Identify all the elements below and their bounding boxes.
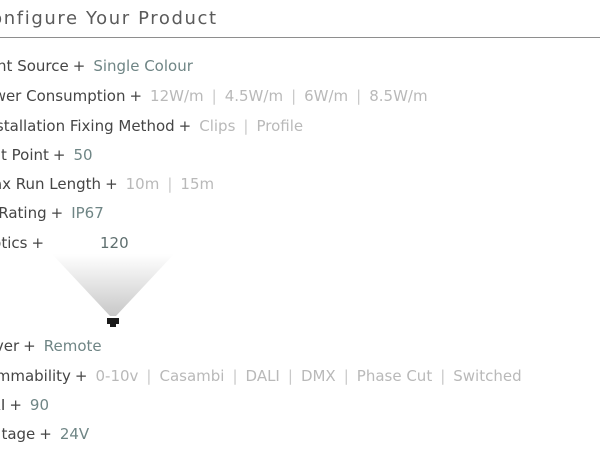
value-separator: | <box>343 367 349 385</box>
expand-plus-icon[interactable]: + <box>39 425 52 443</box>
option-value-driver[interactable]: Remote <box>44 337 102 355</box>
option-label-max-run-length: Max Run Length+ <box>0 175 118 193</box>
expand-plus-icon[interactable]: + <box>23 337 36 355</box>
option-row-dimmability: Dimmability+ 0-10v | Casambi | DALI | DMX | Phase… <box>0 365 542 387</box>
option-value-max-run-length[interactable]: 10m <box>126 175 160 193</box>
option-label-voltage: Voltage+ <box>0 425 52 443</box>
expand-plus-icon[interactable]: + <box>51 204 64 222</box>
expand-plus-icon[interactable]: + <box>31 234 44 252</box>
option-label-dimmability: Dimmability+ <box>0 367 88 385</box>
option-label-fixing-method: Installation Fixing Method + <box>0 117 192 135</box>
option-label-cri: CRI+ <box>0 396 22 414</box>
option-value-power-consumption[interactable]: 6W/m <box>304 87 348 105</box>
option-row-max-run-length: Max Run Length+ 10m | 15m <box>0 173 234 195</box>
option-value-power-consumption[interactable]: 4.5W/m <box>225 87 283 105</box>
expand-plus-icon[interactable]: + <box>105 175 118 193</box>
value-separator: | <box>211 87 217 105</box>
option-value-dimmability[interactable]: Casambi <box>159 367 224 385</box>
option-label-ip-rating: IP Rating+ <box>0 204 64 222</box>
option-value-ip-rating[interactable]: IP67 <box>71 204 104 222</box>
option-row-cri: CRI+ 90 <box>0 394 69 416</box>
option-label-optics: Optics+ <box>0 234 45 252</box>
option-value-dimmability[interactable]: Switched <box>453 367 521 385</box>
option-row-power-consumption: Power Consumption+ 12W/m | 4.5W/m | 6W/m | 8.5W… <box>0 85 452 107</box>
expand-plus-icon[interactable]: + <box>179 117 192 135</box>
option-value-voltage[interactable]: 24V <box>60 425 89 443</box>
value-separator: | <box>287 367 293 385</box>
expand-plus-icon[interactable]: + <box>75 367 88 385</box>
expand-plus-icon[interactable]: + <box>53 146 66 164</box>
option-row-fixing-method: Installation Fixing Method + Clips | Profile <box>0 115 321 137</box>
value-separator: | <box>232 367 238 385</box>
value-separator: | <box>146 367 152 385</box>
beam-angle-120-icon <box>52 254 174 327</box>
option-value-dimmability[interactable]: DMX <box>301 367 336 385</box>
option-value-cri[interactable]: 90 <box>30 396 49 414</box>
value-separator: | <box>291 87 297 105</box>
option-value-dimmability[interactable]: DALI <box>246 367 280 385</box>
option-value-power-consumption[interactable]: 8.5W/m <box>369 87 427 105</box>
title-divider <box>0 37 600 38</box>
option-row-optics: Optics+ 120 <box>0 232 129 254</box>
option-value-fixing-method[interactable]: Profile <box>256 117 303 135</box>
option-row-voltage: Voltage+ 24V <box>0 423 110 445</box>
value-separator: | <box>440 367 446 385</box>
expand-plus-icon[interactable]: + <box>129 87 142 105</box>
option-label-power-consumption: Power Consumption+ <box>0 87 143 105</box>
option-value-light-source[interactable]: Single Colour <box>93 57 193 75</box>
page-title: Configure Your Product <box>0 8 218 29</box>
option-value-optics[interactable]: 120 <box>100 232 129 254</box>
option-label-cut-point: Cut Point+ <box>0 146 66 164</box>
option-label-driver: Driver+ <box>0 337 36 355</box>
option-row-cut-point: Cut Point+ 50 <box>0 144 112 166</box>
option-value-power-consumption[interactable]: 12W/m <box>150 87 204 105</box>
value-separator: | <box>243 117 249 135</box>
option-row-driver: Driver+ Remote <box>0 335 129 357</box>
option-value-dimmability[interactable]: 0-10v <box>96 367 139 385</box>
expand-plus-icon[interactable]: + <box>73 57 86 75</box>
value-separator: | <box>356 87 362 105</box>
option-row-light-source: Light Source+ Single Colour <box>0 55 218 77</box>
option-label-light-source: Light Source+ <box>0 57 86 75</box>
value-separator: | <box>167 175 173 193</box>
expand-plus-icon[interactable]: + <box>9 396 22 414</box>
option-value-max-run-length[interactable]: 15m <box>180 175 214 193</box>
option-value-fixing-method[interactable]: Clips <box>199 117 235 135</box>
option-value-cut-point[interactable]: 50 <box>73 146 92 164</box>
option-value-dimmability[interactable]: Phase Cut <box>357 367 432 385</box>
option-row-ip-rating: IP Rating+ IP67 <box>0 202 124 224</box>
